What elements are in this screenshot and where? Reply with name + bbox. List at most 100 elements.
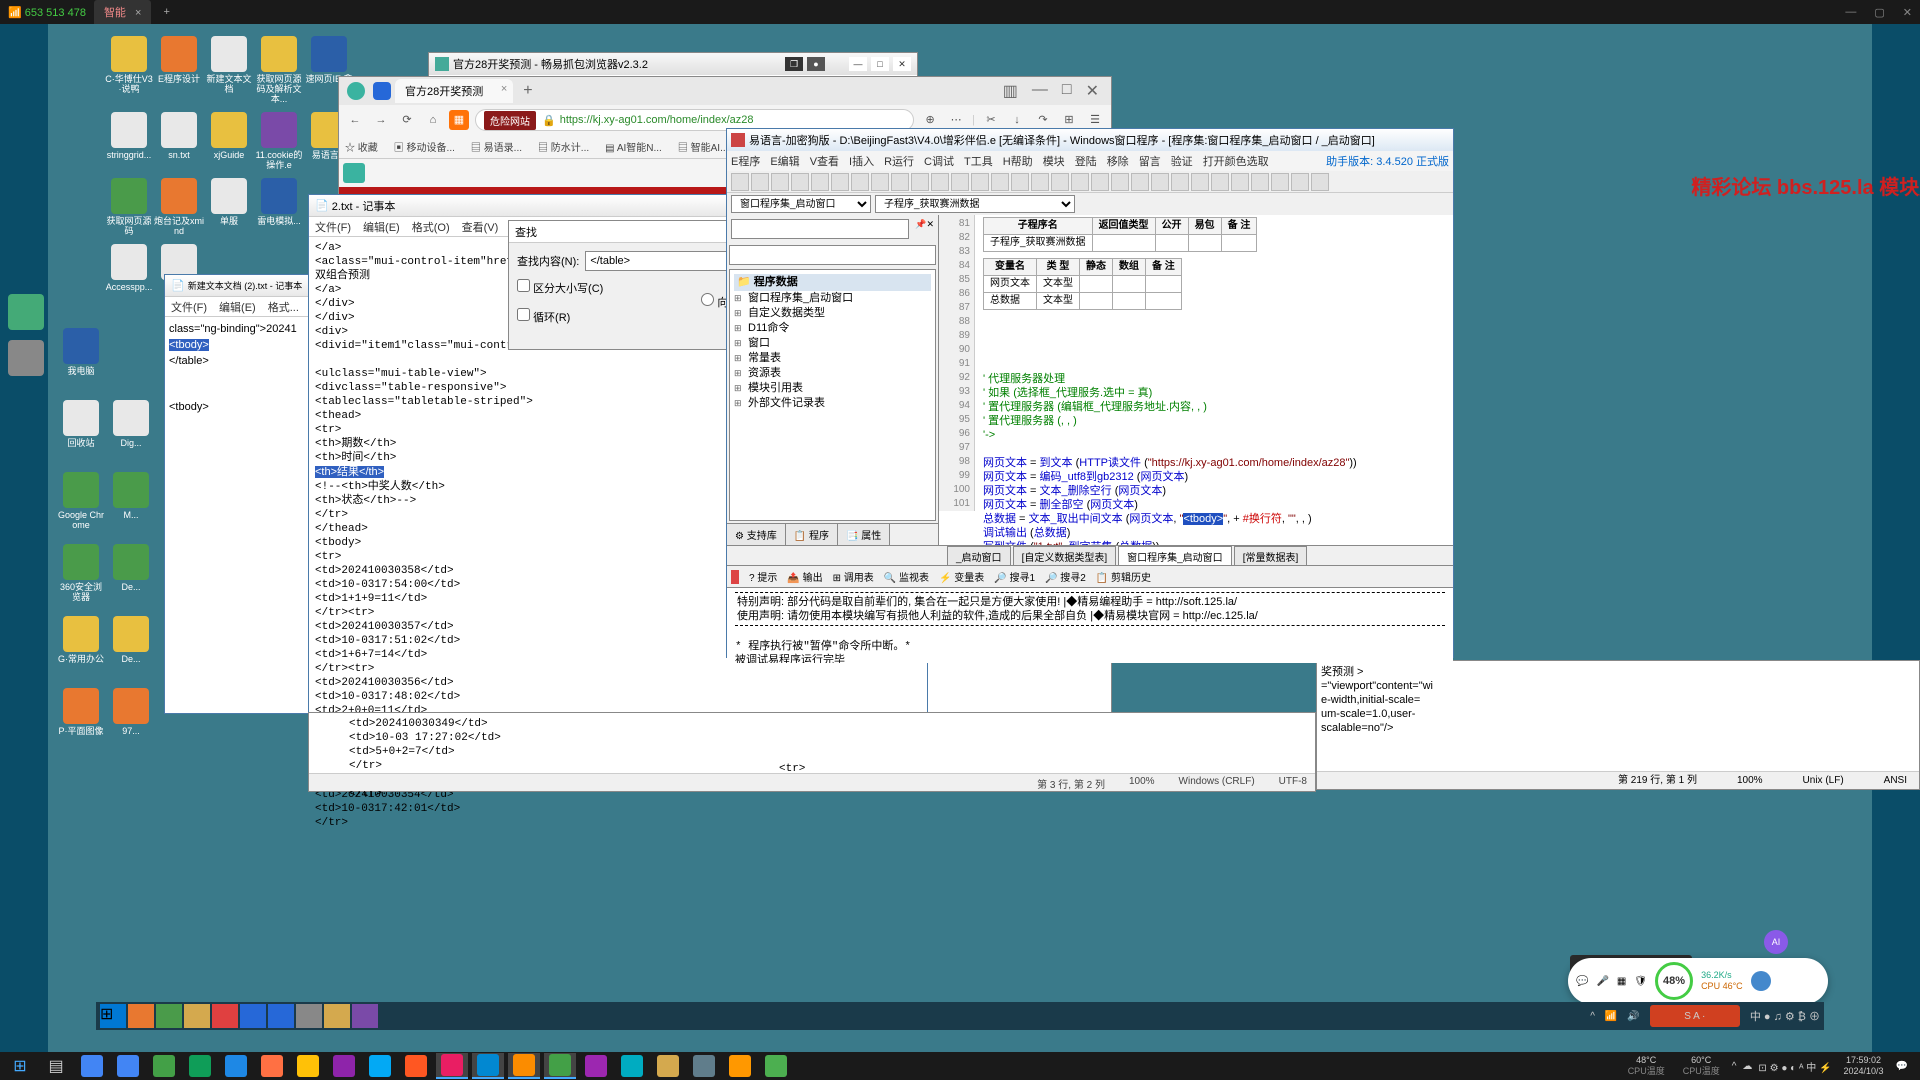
close-icon[interactable]: × (135, 7, 141, 19)
output-panel[interactable]: 特别声明: 部分代码是取自前辈们的, 集合在一起只是方便大家使用! |◆精易编程… (727, 587, 1453, 663)
taskbar-app[interactable] (436, 1053, 468, 1079)
toolbar-button[interactable] (791, 173, 809, 191)
code-line[interactable]: 调试输出 (总数据) (983, 526, 1449, 540)
outer-taskbar[interactable]: ⊞▤48°CCPU温度60°CCPU温度^☁⊡ ⚙ ● ◐ ᴬ 中 ⚡17:59… (0, 1052, 1920, 1080)
taskbar-app[interactable] (580, 1053, 612, 1079)
toolbar-button[interactable] (851, 173, 869, 191)
window-titlebar[interactable]: 📄 新建文本文档 (2).txt - 记事本 (165, 275, 311, 297)
network-icon[interactable]: 📶 (1605, 1011, 1617, 1022)
back-button[interactable]: ← (345, 110, 365, 130)
window-titlebar[interactable]: 官方28开奖预测 - 畅易抓包浏览器v2.3.2 ❐ ● — □ ✕ (429, 53, 917, 75)
panel-icon[interactable]: ▥ (1003, 81, 1018, 101)
menu-item[interactable]: 格式(O) (412, 219, 450, 234)
desktop-icon[interactable]: sn.txt (154, 112, 204, 160)
menu-item[interactable]: 打开颜色选取 (1203, 153, 1269, 169)
taskbar-app[interactable] (328, 1053, 360, 1079)
menu-item[interactable]: 登陆 (1075, 153, 1097, 169)
tree-root[interactable]: 📁 程序数据 (734, 274, 931, 291)
more-icon[interactable]: ⋯ (946, 110, 966, 130)
menu-item[interactable]: 模块 (1043, 153, 1065, 169)
code-line[interactable] (983, 358, 1449, 372)
procset-combo[interactable]: 窗口程序集_启动窗口 (731, 195, 871, 213)
ime-indicator[interactable]: S A · (1650, 1005, 1740, 1027)
menu-item[interactable]: 文件(F) (315, 219, 351, 234)
history-icon[interactable]: ↷ (1033, 110, 1053, 130)
record-icon[interactable] (731, 570, 739, 584)
desktop-icon[interactable]: 炮台记及xmind (154, 178, 204, 236)
toolbar-button[interactable] (731, 173, 749, 191)
tree-item[interactable]: 常量表 (734, 351, 931, 366)
menu-item[interactable]: E编辑 (770, 153, 799, 169)
menu-item[interactable]: E程序 (731, 153, 760, 169)
panel-tab[interactable]: 📑 属性 (838, 524, 890, 545)
tool-button[interactable]: ⚡ 变量表 (939, 569, 984, 584)
desktop-icon[interactable]: De... (106, 544, 156, 592)
profile-icon[interactable] (347, 82, 365, 100)
taskbar-app[interactable] (240, 1004, 266, 1028)
editor-tab[interactable]: _启动窗口 (947, 546, 1011, 565)
outer-tab[interactable]: 智能 × (94, 0, 152, 24)
code-line[interactable] (983, 316, 1449, 330)
combo-2[interactable] (729, 245, 936, 265)
screenshot-icon[interactable]: ✂ (981, 110, 1001, 130)
taskbar-app[interactable] (76, 1053, 108, 1079)
desktop-icon[interactable]: 11.cookie的操作.e (254, 112, 304, 170)
close-button[interactable]: ✕ (1086, 81, 1099, 101)
toolbar-button[interactable] (811, 173, 829, 191)
var-table[interactable]: 变量名类 型静态数组备 注网页文本文本型总数据文本型 (983, 258, 1182, 310)
menu-item[interactable]: H帮助 (1003, 153, 1033, 169)
toolbar-button[interactable] (891, 173, 909, 191)
desktop-icon[interactable]: 获取网页源码 (104, 178, 154, 236)
minimize-button[interactable]: — (1032, 81, 1048, 101)
maximize-button[interactable]: ▢ (1874, 6, 1884, 19)
toolbar-button[interactable] (1231, 173, 1249, 191)
taskbar-app[interactable] (156, 1004, 182, 1028)
toolbar-button[interactable] (1031, 173, 1049, 191)
menu-item[interactable]: 留言 (1139, 153, 1161, 169)
subproc-table[interactable]: 子程序名返回值类型公开易包备 注子程序_获取赛洲数据 (983, 217, 1257, 252)
taskbar-app[interactable] (268, 1004, 294, 1028)
taskbar-app[interactable] (508, 1053, 540, 1079)
project-tree[interactable]: 📁 程序数据窗口程序集_启动窗口自定义数据类型D11命令窗口常量表资源表模块引用… (729, 269, 936, 521)
tree-item[interactable]: 模块引用表 (734, 381, 931, 396)
taskbar-app[interactable] (292, 1053, 324, 1079)
taskbar-app[interactable] (352, 1004, 378, 1028)
toolbar-button[interactable] (1171, 173, 1189, 191)
maximize-button[interactable]: □ (871, 57, 889, 71)
text-area[interactable]: 奖预测 >="viewport"content="wie-width,initi… (1321, 665, 1915, 735)
tool-button[interactable]: 📤 输出 (787, 569, 822, 584)
combo-1[interactable] (731, 219, 909, 239)
desktop-icon[interactable]: Accesspp... (104, 244, 154, 292)
toolbar-button[interactable] (751, 173, 769, 191)
menu-item[interactable]: 文件(F) (171, 299, 207, 314)
code-line[interactable]: 网页文本 = 到文本 (HTTP读文件 ("https://kj.xy-ag01… (983, 456, 1449, 470)
extension-icon[interactable]: ▦ (449, 110, 469, 130)
desktop-icon[interactable]: G·常用办公 (56, 616, 106, 664)
clock[interactable]: 17:59:022024/10/3 (1838, 1055, 1890, 1077)
reload-button[interactable]: ⟳ (397, 110, 417, 130)
tool-button[interactable]: 🔎 搜寻2 (1045, 569, 1086, 584)
desktop-icon[interactable]: 我电脑 (56, 328, 106, 376)
inner-taskbar[interactable]: ⊞^📶🔊S A ·中 ● ♫ ⚙ ₿ ⊕ (96, 1002, 1824, 1030)
tool-button[interactable]: 🔍 监视表 (884, 569, 929, 584)
download-icon[interactable]: ↓ (1007, 110, 1027, 130)
toolbar-button[interactable] (1011, 173, 1029, 191)
code-line[interactable]: 网页文本 = 文本_删除空行 (网页文本) (983, 484, 1449, 498)
menubar[interactable]: 文件(F)编辑(E)格式... (165, 297, 311, 317)
close-button[interactable]: ✕ (893, 57, 911, 71)
code-line[interactable]: 网页文本 = 编码_utf8到gb2312 (网页文本) (983, 470, 1449, 484)
terminal-button[interactable]: ❐ (785, 57, 803, 71)
taskbar-app[interactable] (616, 1053, 648, 1079)
tree-item[interactable]: D11命令 (734, 321, 931, 336)
tree-item[interactable]: 外部文件记录表 (734, 396, 931, 411)
start-button[interactable]: ⊞ (4, 1053, 36, 1079)
desktop-icon[interactable]: 回收站 (56, 400, 106, 448)
code-line[interactable] (983, 344, 1449, 358)
desktop-icon[interactable] (8, 294, 44, 330)
bookmark-item[interactable]: ▤ 防水计... (538, 139, 589, 154)
apps-icon[interactable]: ⊞ (1059, 110, 1079, 130)
notification-icon[interactable]: 💬 (1896, 1061, 1908, 1072)
tray-arrow-icon[interactable]: ^ (1590, 1011, 1595, 1022)
tree-item[interactable]: 自定义数据类型 (734, 306, 931, 321)
menu-item[interactable]: C调试 (924, 153, 954, 169)
